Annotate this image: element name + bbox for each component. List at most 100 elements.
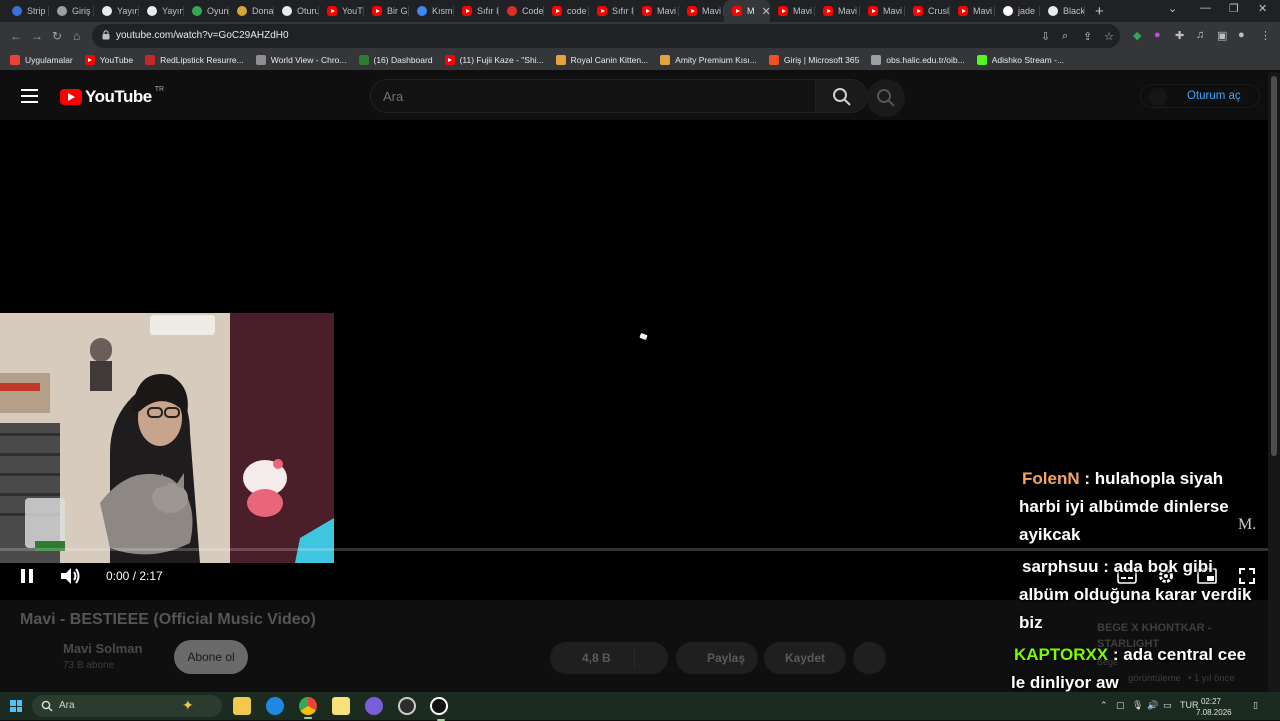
bookmark-star-icon[interactable]: ☆ [1104, 30, 1114, 43]
bookmark-item[interactable]: obs.halic.edu.tr/oib... [871, 55, 965, 65]
tray-overflow-icon[interactable]: ⌃ [1100, 700, 1108, 711]
browser-tab[interactable]: YouTu [319, 0, 364, 22]
youtube-play-icon [60, 89, 82, 105]
notifications-icon[interactable]: ▯ [1253, 700, 1258, 711]
save-button[interactable]: Kaydet [764, 642, 846, 674]
browser-tab[interactable]: Mavi [679, 0, 724, 22]
microphone-icon[interactable]: 🎙 [1132, 700, 1143, 711]
share-button[interactable]: Paylaş [676, 642, 758, 674]
next-video-title-line1[interactable]: BEGE X KHONTKAR - [1097, 622, 1211, 634]
browser-tab[interactable]: Mavi [770, 0, 815, 22]
home-icon[interactable]: ⌂ [73, 29, 80, 43]
restore-icon[interactable]: ❐ [1229, 2, 1239, 15]
browser-tab[interactable]: Yayın [139, 0, 184, 22]
close-window-icon[interactable]: ✕ [1258, 2, 1267, 15]
zoom-icon[interactable]: ⌕ [1062, 30, 1068, 43]
browser-tab[interactable]: Mavi [950, 0, 995, 22]
tab-label: Oturu [297, 6, 319, 16]
extensions-icon[interactable]: ✚ [1175, 29, 1184, 42]
browser-tab[interactable]: Strip [4, 0, 49, 22]
browser-tab[interactable]: Code [499, 0, 544, 22]
steam-icon[interactable] [430, 697, 448, 721]
bookmark-item[interactable]: RedLipstick Resurre... [145, 55, 244, 65]
browser-tab[interactable]: Black [1040, 0, 1085, 22]
fullscreen-icon[interactable] [1238, 567, 1256, 585]
bookmark-item[interactable]: Giriş | Microsoft 365 [768, 55, 859, 65]
install-icon[interactable]: ⇩ [1041, 30, 1050, 43]
tab-label: Mavi [973, 6, 993, 16]
browser-tab[interactable]: Yayın [94, 0, 139, 22]
tray-app-icon[interactable]: ▢ [1116, 700, 1125, 711]
bookmark-item[interactable]: (16) Dashboard [358, 55, 433, 65]
extension-puzzle-colored-icon[interactable]: ● [1154, 29, 1161, 41]
next-video-title-line2[interactable]: STARLIGHT [1097, 638, 1159, 650]
bookmark-item[interactable]: Royal Canin Kitten... [555, 55, 648, 65]
browser-tab[interactable]: Dona [229, 0, 274, 22]
browser-tab[interactable]: M ✕ [724, 0, 770, 22]
browser-tab[interactable]: Crusl [905, 0, 950, 22]
forward-icon[interactable]: → [31, 29, 43, 43]
progress-bar[interactable] [0, 548, 1268, 551]
address-bar[interactable]: youtube.com/watch?v=GoC29AHZdH0 ⇩ ⌕ ⇪ ☆ [92, 24, 1120, 48]
hamburger-menu-icon[interactable] [21, 89, 38, 103]
pause-icon[interactable] [20, 568, 34, 584]
more-actions-button[interactable] [853, 642, 886, 674]
subscribe-button[interactable]: Abone ol [174, 640, 248, 674]
browser-tab[interactable]: Kısm [409, 0, 454, 22]
browser-tab[interactable]: Oyun [184, 0, 229, 22]
volume-icon[interactable] [60, 566, 82, 586]
network-icon[interactable]: ▭ [1163, 700, 1172, 711]
search-button[interactable] [816, 79, 868, 113]
media-control-icon[interactable]: ♫ [1196, 29, 1204, 41]
browser-tab[interactable]: Bir G [364, 0, 409, 22]
bookmark-item[interactable]: YouTube [84, 55, 133, 65]
voice-search-button[interactable] [867, 79, 905, 117]
share-icon[interactable]: ⇪ [1083, 30, 1092, 43]
file-explorer-icon[interactable] [233, 697, 251, 715]
channel-avatar[interactable] [20, 640, 54, 674]
next-video-channel[interactable]: Bege [1097, 657, 1118, 667]
speaker-icon[interactable]: 🔊 [1147, 700, 1158, 711]
browser-tab[interactable]: Mavi [815, 0, 860, 22]
tab-close-icon[interactable]: ✕ [762, 5, 771, 18]
edge-icon[interactable] [266, 697, 284, 715]
browser-tab[interactable]: Sıfır I [589, 0, 634, 22]
chat-message-line: ayikcak [1019, 525, 1080, 545]
chrome-icon[interactable] [299, 697, 317, 719]
notes-icon[interactable] [332, 697, 350, 715]
menu-kebab-icon[interactable]: ⋮ [1260, 29, 1271, 42]
discord-icon[interactable] [365, 697, 383, 715]
bookmark-item[interactable]: Adishko Stream -... [976, 55, 1064, 65]
browser-tab[interactable]: Mavi [634, 0, 679, 22]
scrollbar-thumb[interactable] [1271, 76, 1277, 456]
browser-tab[interactable]: Sıfır I [454, 0, 499, 22]
side-panel-icon[interactable]: ▣ [1217, 29, 1227, 42]
new-tab-button[interactable]: + [1095, 3, 1104, 20]
minimize-icon[interactable]: — [1200, 2, 1211, 14]
browser-tab[interactable]: Oturu [274, 0, 319, 22]
bookmark-item[interactable]: Amity Premium Kısı... [660, 55, 757, 65]
tab-search-icon[interactable]: ⌄ [1168, 2, 1177, 15]
profile-icon[interactable]: ● [1238, 29, 1245, 41]
page-scrollbar[interactable] [1268, 72, 1280, 692]
start-windows-icon[interactable] [10, 700, 22, 712]
browser-tab[interactable]: Giriş [49, 0, 94, 22]
reload-icon[interactable]: ↻ [52, 29, 62, 43]
browser-tab[interactable]: jade [995, 0, 1040, 22]
bookmark-item[interactable]: World View - Chro... [255, 55, 347, 65]
browser-tab[interactable]: Mavi [860, 0, 905, 22]
like-button[interactable]: 4,8 B [550, 642, 668, 674]
back-icon[interactable]: ← [10, 29, 22, 43]
channel-name[interactable]: Mavi Solman [63, 641, 142, 656]
youtube-logo[interactable]: YouTube TR [60, 86, 164, 107]
taskbar-search[interactable]: Ara ✦ [32, 695, 222, 717]
extension-shield-icon[interactable]: ◆ [1133, 29, 1141, 42]
bookmark-item[interactable]: (11) Fujii Kaze - "Shi... [444, 55, 544, 65]
obs-icon[interactable] [398, 697, 416, 715]
bookmark-item[interactable]: Uygulamalar [10, 55, 73, 65]
signin-button[interactable]: Oturum aç [1140, 84, 1260, 108]
copilot-sparkle-icon[interactable]: ✦ [182, 697, 194, 714]
search-input[interactable]: Ara [370, 79, 816, 113]
browser-tab[interactable]: code [544, 0, 589, 22]
system-clock[interactable]: 02:27 7.08.2026 [1196, 696, 1232, 718]
